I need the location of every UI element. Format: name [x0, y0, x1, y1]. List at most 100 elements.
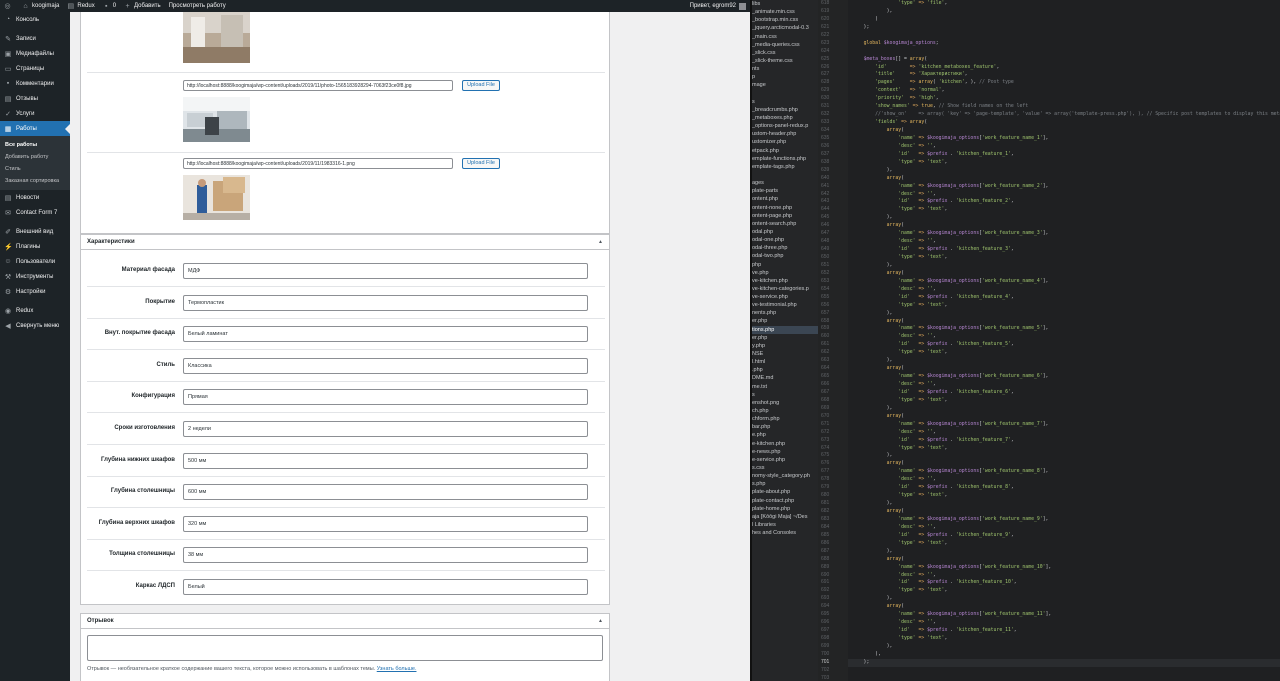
collapse-toggle-icon[interactable]: ▲ — [598, 239, 603, 245]
code-line[interactable]: ), — [848, 595, 1280, 603]
menu-item[interactable]: ◔ Консоль — [0, 12, 70, 27]
menu-item[interactable]: ▭ Страницы — [0, 61, 70, 76]
code-line[interactable]: array( — [848, 222, 1280, 230]
file-tree-item[interactable]: NSE — [752, 350, 818, 358]
code-line[interactable]: 'name' => $koogimaja_options['work_featu… — [848, 373, 1280, 381]
code-line[interactable]: 'desc' => '', — [848, 381, 1280, 389]
code-line[interactable]: 'name' => $koogimaja_options['work_featu… — [848, 516, 1280, 524]
file-tree-item[interactable]: libs — [752, 0, 818, 8]
file-tree-item[interactable]: plate-home.php — [752, 505, 818, 513]
file-tree-item[interactable]: php — [752, 261, 818, 269]
file-tree-item[interactable]: _slick-theme.css — [752, 57, 818, 65]
site-name-menu[interactable]: ⌂ koogimaja — [22, 3, 59, 10]
menu-item[interactable]: ✎ Записи — [0, 31, 70, 46]
code-line[interactable]: 'type' => 'text', — [848, 206, 1280, 214]
field-input[interactable]: Прямая — [183, 389, 588, 406]
code-line[interactable]: 'id' => 'kitchen_metaboxes_feature', — [848, 64, 1280, 72]
code-line[interactable]: ), — [848, 8, 1280, 16]
code-line[interactable]: 'title' => 'Характеристики', — [848, 71, 1280, 79]
code-line[interactable]: 'type' => 'text', — [848, 397, 1280, 405]
code-line[interactable]: 'id' => $prefix . 'kitchen_feature_9', — [848, 532, 1280, 540]
code-line[interactable]: 'name' => $koogimaja_options['work_featu… — [848, 611, 1280, 619]
code-line[interactable]: ), — [848, 643, 1280, 651]
submenu-item[interactable]: Добавить работу — [0, 151, 70, 163]
menu-item[interactable]: ☺ Пользователи — [0, 254, 70, 269]
code-line[interactable]: 'desc' => '', — [848, 524, 1280, 532]
file-tree-item[interactable]: etpack.php — [752, 147, 818, 155]
menu-item[interactable]: ▣ Медиафайлы — [0, 46, 70, 61]
file-tree-item[interactable]: s.css — [752, 464, 818, 472]
menu-item[interactable]: ◀ Свернуть меню — [0, 318, 70, 333]
code-line[interactable]: array( — [848, 127, 1280, 135]
view-work-link[interactable]: Просмотреть работу — [169, 3, 226, 9]
file-tree-item[interactable]: nomy-style_category.ph — [752, 472, 818, 480]
file-tree-item[interactable]: ontent-search.php — [752, 220, 818, 228]
avatar[interactable] — [739, 2, 746, 10]
field-input[interactable]: Белый — [183, 579, 588, 595]
code-line[interactable]: 'desc' => '', — [848, 333, 1280, 341]
code-line[interactable]: 'name' => $koogimaja_options['work_featu… — [848, 325, 1280, 333]
gallery-url-input[interactable]: http://localhost:8888/koogimaja/wp-conte… — [183, 80, 453, 91]
excerpt-textarea[interactable] — [87, 635, 603, 661]
code-line[interactable]: 'fields' => array( — [848, 119, 1280, 127]
file-tree-item[interactable] — [752, 90, 818, 98]
code-line[interactable]: 'type' => 'text', — [848, 445, 1280, 453]
code-line[interactable]: 'id' => $prefix . 'kitchen_feature_7', — [848, 437, 1280, 445]
file-tree-item[interactable]: e-kitchen.php — [752, 440, 818, 448]
file-tree-item[interactable]: ve-kitchen-categories.p — [752, 285, 818, 293]
menu-item[interactable]: ▤ Новости — [0, 190, 70, 205]
file-tree-item[interactable]: e-service.php — [752, 456, 818, 464]
code-line[interactable]: 'id' => $prefix . 'kitchen_feature_3', — [848, 246, 1280, 254]
code-line[interactable]: 'name' => $koogimaja_options['work_featu… — [848, 468, 1280, 476]
redux-menu[interactable]: ▤ Redux — [67, 3, 95, 10]
my-account-greeting[interactable]: Привет, egrom92 — [690, 3, 736, 9]
file-tree-item[interactable]: nts — [752, 65, 818, 73]
file-tree-item[interactable]: hes and Consoles — [752, 529, 818, 537]
learn-more-link[interactable]: Узнать больше. — [377, 666, 417, 672]
file-tree-item[interactable]: chform.php — [752, 415, 818, 423]
menu-item[interactable]: ▦ Работы — [0, 121, 70, 136]
code-line[interactable]: array( — [848, 270, 1280, 278]
file-tree-item[interactable]: er.php — [752, 334, 818, 342]
code-line[interactable]: ), — [848, 452, 1280, 460]
field-input[interactable]: Термопластик — [183, 294, 588, 311]
file-tree-item[interactable]: _breadcrumbs.php — [752, 106, 818, 114]
field-input[interactable]: 500 мм — [183, 452, 588, 469]
code-line[interactable]: array( — [848, 175, 1280, 183]
code-line[interactable]: 'id' => $prefix . 'kitchen_feature_1', — [848, 151, 1280, 159]
file-tree-item[interactable]: plate-about.php — [752, 488, 818, 496]
file-tree-item[interactable]: _bootstrap.min.css — [752, 16, 818, 24]
code-line[interactable]: 'name' => $koogimaja_options['work_featu… — [848, 230, 1280, 238]
code-line[interactable]: 'pages' => array( 'kitchen', ), // Post … — [848, 79, 1280, 87]
wp-logo-menu[interactable]: ◎ — [4, 3, 14, 10]
code-line[interactable]: array( — [848, 318, 1280, 326]
field-input[interactable]: Белый ламинат — [183, 326, 588, 343]
code-line[interactable]: array( — [848, 365, 1280, 373]
code-line[interactable]: 'id' => $prefix . 'kitchen_feature_5', — [848, 341, 1280, 349]
code-line[interactable]: 'id' => $prefix . 'kitchen_feature_6', — [848, 389, 1280, 397]
code-line[interactable]: ), — [848, 357, 1280, 365]
code-line[interactable]: 'context' => 'normal', — [848, 87, 1280, 95]
code-editor[interactable]: 'type' => 'file', ), ) ); global $koogim… — [848, 0, 1280, 681]
submenu-item[interactable]: Стиль — [0, 163, 70, 175]
menu-item[interactable]: ▪ Комментарии — [0, 76, 70, 91]
file-tree-item[interactable]: tions.php — [752, 325, 818, 334]
file-tree-item[interactable]: s — [752, 98, 818, 106]
code-line[interactable]: 'name' => $koogimaja_options['work_featu… — [848, 135, 1280, 143]
file-tree-item[interactable]: ve-service.php — [752, 293, 818, 301]
comments-menu[interactable]: ▪ 0 — [103, 3, 116, 10]
file-tree-item[interactable]: me.txt — [752, 383, 818, 391]
file-tree-item[interactable]: bar.php — [752, 423, 818, 431]
code-line[interactable]: //'show_on' => array( 'key' => 'page-tem… — [848, 111, 1280, 119]
file-tree-item[interactable]: ustomizer.php — [752, 138, 818, 146]
code-line[interactable]: $meta_boxes[] = array( — [848, 56, 1280, 64]
menu-item[interactable]: ⚒ Инструменты — [0, 269, 70, 284]
code-line[interactable]: 'desc' => '', — [848, 286, 1280, 294]
file-tree-item[interactable]: _metaboxes.php — [752, 114, 818, 122]
file-tree-item[interactable]: _main.css — [752, 33, 818, 41]
code-line[interactable]: ), — [848, 167, 1280, 175]
file-tree-item[interactable]: odal-two.php — [752, 252, 818, 260]
file-tree-item[interactable]: p — [752, 73, 818, 81]
code-line[interactable]: array( — [848, 556, 1280, 564]
file-tree-item[interactable]: plate-contact.php — [752, 497, 818, 505]
